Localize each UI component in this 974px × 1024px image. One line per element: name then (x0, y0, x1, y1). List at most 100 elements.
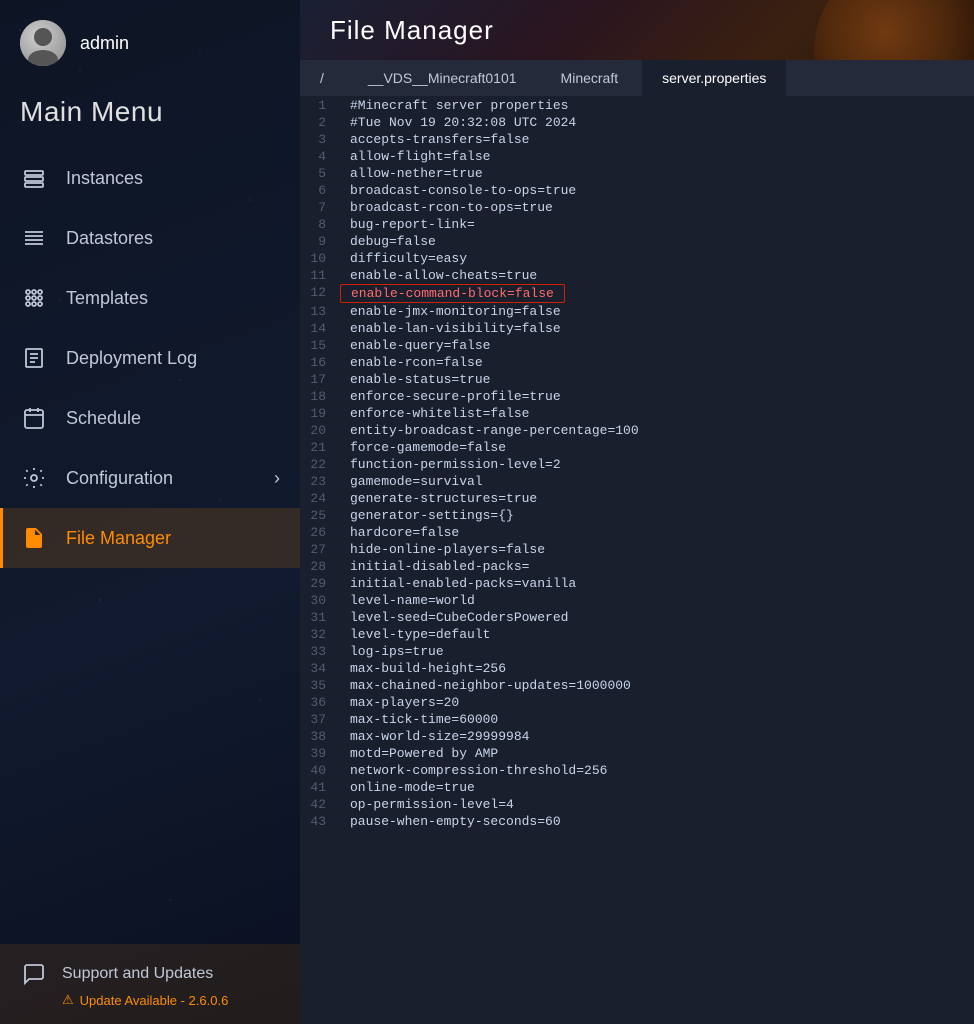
line-content-15: enable-query=false (340, 337, 500, 354)
code-line-5[interactable]: 5allow-nether=true (300, 165, 974, 182)
code-line-40[interactable]: 40network-compression-threshold=256 (300, 762, 974, 779)
code-line-13[interactable]: 13enable-jmx-monitoring=false (300, 303, 974, 320)
line-number-38: 38 (300, 728, 340, 745)
code-line-25[interactable]: 25generator-settings={} (300, 507, 974, 524)
code-line-34[interactable]: 34max-build-height=256 (300, 660, 974, 677)
line-content-10: difficulty=easy (340, 250, 477, 267)
line-number-34: 34 (300, 660, 340, 677)
code-line-43[interactable]: 43pause-when-empty-seconds=60 (300, 813, 974, 830)
nav-menu: Instances Datastores (0, 148, 300, 944)
line-number-8: 8 (300, 216, 340, 233)
code-line-19[interactable]: 19enforce-whitelist=false (300, 405, 974, 422)
line-number-22: 22 (300, 456, 340, 473)
sidebar-item-configuration[interactable]: Configuration › (0, 448, 300, 508)
support-icon (20, 960, 48, 988)
sidebar-item-instances[interactable]: Instances (0, 148, 300, 208)
code-line-1[interactable]: 1#Minecraft server properties (300, 97, 974, 114)
line-content-16: enable-rcon=false (340, 354, 493, 371)
line-content-26: hardcore=false (340, 524, 469, 541)
sidebar-item-file-manager[interactable]: File Manager (0, 508, 300, 568)
code-line-3[interactable]: 3accepts-transfers=false (300, 131, 974, 148)
code-line-33[interactable]: 33log-ips=true (300, 643, 974, 660)
code-line-11[interactable]: 11enable-allow-cheats=true (300, 267, 974, 284)
line-number-33: 33 (300, 643, 340, 660)
code-line-37[interactable]: 37max-tick-time=60000 (300, 711, 974, 728)
code-line-8[interactable]: 8bug-report-link= (300, 216, 974, 233)
code-line-29[interactable]: 29initial-enabled-packs=vanilla (300, 575, 974, 592)
sidebar-item-schedule-label: Schedule (66, 408, 141, 429)
code-line-7[interactable]: 7broadcast-rcon-to-ops=true (300, 199, 974, 216)
breadcrumb-vds[interactable]: __VDS__Minecraft0101 (348, 60, 537, 96)
line-content-31: level-seed=CubeCodersPowered (340, 609, 578, 626)
code-line-6[interactable]: 6broadcast-console-to-ops=true (300, 182, 974, 199)
code-line-16[interactable]: 16enable-rcon=false (300, 354, 974, 371)
code-line-39[interactable]: 39motd=Powered by AMP (300, 745, 974, 762)
line-content-2: #Tue Nov 19 20:32:08 UTC 2024 (340, 114, 586, 131)
code-line-36[interactable]: 36max-players=20 (300, 694, 974, 711)
code-line-41[interactable]: 41online-mode=true (300, 779, 974, 796)
code-line-32[interactable]: 32level-type=default (300, 626, 974, 643)
code-line-17[interactable]: 17enable-status=true (300, 371, 974, 388)
breadcrumb-minecraft[interactable]: Minecraft (541, 60, 639, 96)
line-content-42: op-permission-level=4 (340, 796, 524, 813)
line-number-20: 20 (300, 422, 340, 439)
line-content-37: max-tick-time=60000 (340, 711, 508, 728)
line-content-40: network-compression-threshold=256 (340, 762, 617, 779)
sidebar-item-templates[interactable]: Templates (0, 268, 300, 328)
line-number-11: 11 (300, 267, 340, 284)
code-line-9[interactable]: 9debug=false (300, 233, 974, 250)
code-line-23[interactable]: 23gamemode=survival (300, 473, 974, 490)
code-line-12[interactable]: 12enable-command-block=false (300, 284, 974, 303)
line-content-7: broadcast-rcon-to-ops=true (340, 199, 563, 216)
sidebar-item-deployment-log[interactable]: Deployment Log (0, 328, 300, 388)
code-line-30[interactable]: 30level-name=world (300, 592, 974, 609)
code-line-28[interactable]: 28initial-disabled-packs= (300, 558, 974, 575)
sidebar-item-datastores[interactable]: Datastores (0, 208, 300, 268)
line-content-27: hide-online-players=false (340, 541, 555, 558)
code-line-21[interactable]: 21force-gamemode=false (300, 439, 974, 456)
warning-icon: ⚠ (62, 992, 74, 1008)
code-line-20[interactable]: 20entity-broadcast-range-percentage=100 (300, 422, 974, 439)
sidebar-item-templates-label: Templates (66, 288, 148, 309)
file-content-area[interactable]: 1#Minecraft server properties2#Tue Nov 1… (300, 97, 974, 1024)
line-content-14: enable-lan-visibility=false (340, 320, 571, 337)
code-line-10[interactable]: 10difficulty=easy (300, 250, 974, 267)
code-line-31[interactable]: 31level-seed=CubeCodersPowered (300, 609, 974, 626)
line-number-42: 42 (300, 796, 340, 813)
breadcrumb: / __VDS__Minecraft0101 Minecraft server.… (300, 60, 974, 97)
instances-icon (20, 164, 48, 192)
code-line-24[interactable]: 24generate-structures=true (300, 490, 974, 507)
line-number-4: 4 (300, 148, 340, 165)
line-content-6: broadcast-console-to-ops=true (340, 182, 586, 199)
line-number-5: 5 (300, 165, 340, 182)
code-line-38[interactable]: 38max-world-size=29999984 (300, 728, 974, 745)
page-header: File Manager (300, 0, 974, 60)
line-number-37: 37 (300, 711, 340, 728)
code-line-27[interactable]: 27hide-online-players=false (300, 541, 974, 558)
code-line-26[interactable]: 26hardcore=false (300, 524, 974, 541)
code-line-22[interactable]: 22function-permission-level=2 (300, 456, 974, 473)
line-number-17: 17 (300, 371, 340, 388)
support-updates-section[interactable]: Support and Updates ⚠ Update Available -… (0, 944, 300, 1024)
sidebar-item-file-manager-label: File Manager (66, 528, 171, 549)
breadcrumb-root[interactable]: / (300, 60, 344, 96)
breadcrumb-file[interactable]: server.properties (642, 60, 786, 96)
line-number-2: 2 (300, 114, 340, 131)
code-line-14[interactable]: 14enable-lan-visibility=false (300, 320, 974, 337)
code-line-18[interactable]: 18enforce-secure-profile=true (300, 388, 974, 405)
line-content-39: motd=Powered by AMP (340, 745, 508, 762)
line-number-28: 28 (300, 558, 340, 575)
line-number-13: 13 (300, 303, 340, 320)
code-line-15[interactable]: 15enable-query=false (300, 337, 974, 354)
line-number-23: 23 (300, 473, 340, 490)
sidebar-item-deployment-label: Deployment Log (66, 348, 197, 369)
code-line-35[interactable]: 35max-chained-neighbor-updates=1000000 (300, 677, 974, 694)
line-number-26: 26 (300, 524, 340, 541)
code-line-42[interactable]: 42op-permission-level=4 (300, 796, 974, 813)
sidebar-item-schedule[interactable]: Schedule (0, 388, 300, 448)
code-line-4[interactable]: 4allow-flight=false (300, 148, 974, 165)
datastores-icon (20, 224, 48, 252)
code-line-2[interactable]: 2#Tue Nov 19 20:32:08 UTC 2024 (300, 114, 974, 131)
line-content-25: generator-settings={} (340, 507, 524, 524)
line-content-32: level-type=default (340, 626, 500, 643)
